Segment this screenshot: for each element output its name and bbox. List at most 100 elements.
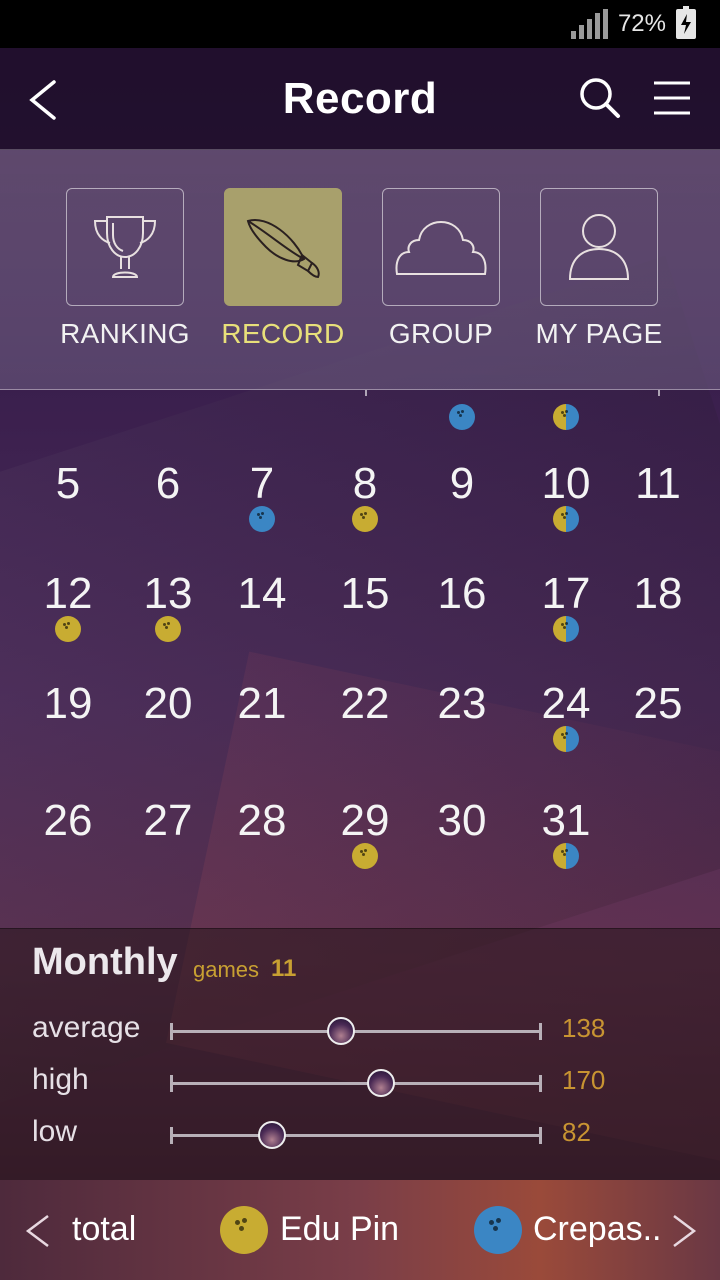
back-button[interactable] bbox=[24, 78, 64, 122]
day-number: 31 bbox=[541, 796, 591, 845]
calendar-day[interactable]: 16 bbox=[414, 568, 510, 678]
page-title: Record bbox=[282, 73, 438, 123]
stat-slider-knob[interactable] bbox=[257, 1121, 286, 1149]
calendar-day[interactable]: 24 bbox=[518, 678, 614, 788]
chevron-right-icon bbox=[673, 1215, 697, 1247]
day-number: 30 bbox=[437, 796, 487, 845]
calendar-day[interactable]: 6 bbox=[120, 458, 216, 568]
tab-label: GROUP bbox=[388, 318, 494, 349]
day-number: 8 bbox=[352, 459, 378, 508]
day-number: 27 bbox=[143, 796, 193, 845]
ball-icon bbox=[553, 616, 579, 642]
calendar-day[interactable]: 30 bbox=[414, 795, 510, 905]
calendar-day[interactable]: 8 bbox=[317, 458, 413, 568]
day-number: 16 bbox=[437, 569, 487, 618]
calendar-day[interactable]: 5 bbox=[20, 458, 116, 568]
day-number: 6 bbox=[155, 459, 181, 508]
legend-item-crepas[interactable]: Crepas.. bbox=[533, 1210, 662, 1249]
calendar-day[interactable]: 11 bbox=[610, 458, 706, 568]
day-number: 29 bbox=[340, 796, 390, 845]
calendar-day[interactable]: 2 bbox=[414, 390, 510, 456]
ball-icon bbox=[474, 1206, 522, 1254]
stat-slider-knob[interactable] bbox=[366, 1069, 395, 1097]
feather-brush-icon bbox=[246, 219, 320, 279]
stat-label: high bbox=[32, 1063, 89, 1096]
group-icon bbox=[395, 220, 487, 275]
tab-label: MY PAGE bbox=[535, 318, 663, 349]
ball-icon bbox=[55, 616, 81, 642]
stat-slider-knob[interactable] bbox=[327, 1017, 356, 1045]
battery-charging-icon bbox=[676, 6, 696, 39]
search-button[interactable] bbox=[578, 76, 622, 120]
calendar-day[interactable]: 26 bbox=[20, 795, 116, 905]
app-header: Record bbox=[0, 48, 720, 150]
menu-button[interactable] bbox=[652, 78, 692, 118]
tab-my-page[interactable]: MY PAGE bbox=[524, 188, 674, 358]
stat-value: 170 bbox=[562, 1065, 606, 1095]
partial-day-glyph bbox=[658, 390, 660, 396]
calendar-day[interactable]: 27 bbox=[120, 795, 216, 905]
calendar-day[interactable]: 10 bbox=[518, 458, 614, 568]
stat-row-low: low 82 bbox=[0, 1111, 720, 1161]
ball-icon bbox=[449, 404, 475, 430]
games-label: games bbox=[193, 957, 260, 982]
stat-value: 82 bbox=[562, 1117, 591, 1147]
day-number: 15 bbox=[340, 569, 390, 618]
tab-ranking[interactable]: RANKING bbox=[50, 188, 200, 358]
day-number: 14 bbox=[237, 569, 287, 618]
legend-total[interactable]: total bbox=[72, 1210, 136, 1249]
day-number: 2 bbox=[414, 390, 510, 398]
signal-icon bbox=[570, 9, 608, 39]
stat-slider-track bbox=[170, 1121, 542, 1149]
day-number: 20 bbox=[143, 679, 193, 728]
calendar-day[interactable]: 9 bbox=[414, 458, 510, 568]
calendar-day[interactable]: 3 bbox=[518, 390, 614, 456]
ball-icon bbox=[249, 506, 275, 532]
calendar-day[interactable]: 15 bbox=[317, 568, 413, 678]
calendar-day[interactable]: 14 bbox=[214, 568, 310, 678]
partial-day-glyph bbox=[365, 390, 367, 396]
hamburger-menu-icon bbox=[654, 81, 690, 115]
calendar-day[interactable]: 21 bbox=[214, 678, 310, 788]
day-number: 19 bbox=[43, 679, 93, 728]
games-count: 11 bbox=[271, 955, 297, 982]
day-number: 10 bbox=[541, 459, 591, 508]
calendar-day[interactable]: 7 bbox=[214, 458, 310, 568]
legend-next-button[interactable] bbox=[670, 1214, 698, 1248]
calendar-day[interactable]: 18 bbox=[610, 568, 706, 678]
calendar-day[interactable]: 19 bbox=[20, 678, 116, 788]
calendar-day[interactable]: 25 bbox=[610, 678, 706, 788]
calendar-day[interactable]: 31 bbox=[518, 795, 614, 905]
calendar-day[interactable]: 20 bbox=[120, 678, 216, 788]
stat-row-high: high 170 bbox=[0, 1059, 720, 1109]
day-number: 13 bbox=[143, 569, 193, 618]
day-number: 24 bbox=[541, 679, 591, 728]
legend-item-edu-pin[interactable]: Edu Pin bbox=[280, 1210, 399, 1249]
stat-slider-track bbox=[170, 1017, 542, 1045]
ball-icon bbox=[553, 843, 579, 869]
ball-icon bbox=[553, 726, 579, 752]
legend-bar: total Edu Pin Crepas.. bbox=[0, 1180, 720, 1280]
day-number: 9 bbox=[449, 459, 475, 508]
stat-value: 138 bbox=[562, 1013, 606, 1043]
day-number: 17 bbox=[541, 569, 591, 618]
day-number: 7 bbox=[249, 459, 275, 508]
calendar-day[interactable]: 23 bbox=[414, 678, 510, 788]
ball-icon bbox=[553, 404, 579, 430]
tab-record[interactable]: RECORD bbox=[208, 188, 358, 358]
calendar-day[interactable]: 28 bbox=[214, 795, 310, 905]
tab-group[interactable]: GROUP bbox=[366, 188, 516, 358]
ball-icon bbox=[352, 506, 378, 532]
ball-icon bbox=[220, 1206, 268, 1254]
calendar-grid: 2356789101112131415161718192021222324252… bbox=[0, 390, 720, 930]
calendar-day[interactable]: 13 bbox=[120, 568, 216, 678]
status-bar: 72% bbox=[0, 0, 720, 48]
monthly-title: Monthly bbox=[32, 941, 178, 983]
calendar-day[interactable]: 29 bbox=[317, 795, 413, 905]
chevron-left-icon bbox=[29, 80, 56, 120]
calendar-day[interactable]: 12 bbox=[20, 568, 116, 678]
stat-row-average: average 138 bbox=[0, 1007, 720, 1057]
calendar-day[interactable]: 17 bbox=[518, 568, 614, 678]
calendar-day[interactable]: 22 bbox=[317, 678, 413, 788]
legend-prev-button[interactable] bbox=[24, 1214, 52, 1248]
